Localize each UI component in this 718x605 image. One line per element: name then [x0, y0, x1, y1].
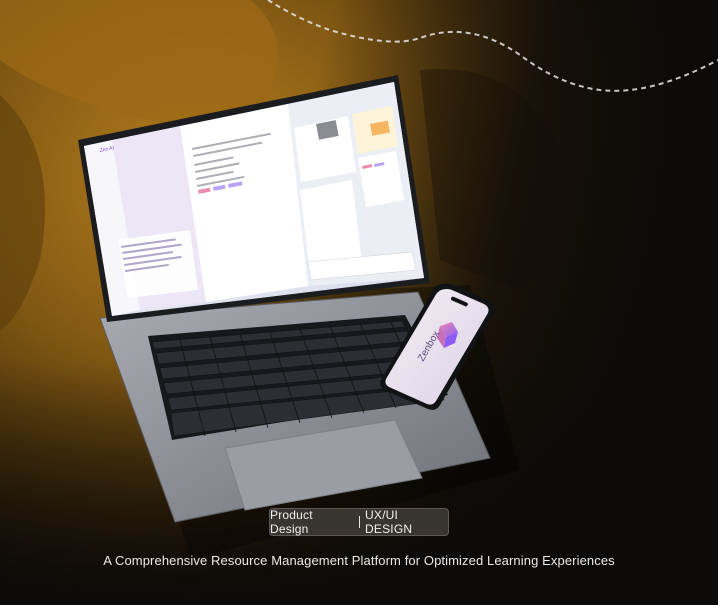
category-badge: Product Design UX/UI DESIGN — [269, 508, 449, 536]
tagline: A Comprehensive Resource Management Plat… — [103, 553, 615, 568]
badge-discipline: UX/UI DESIGN — [365, 508, 413, 536]
photo-scene: Zen AI Zenbox Product Design UX/UI DESIG… — [0, 0, 718, 600]
badge-category: Product Design — [270, 508, 313, 536]
badge-divider — [359, 516, 361, 528]
